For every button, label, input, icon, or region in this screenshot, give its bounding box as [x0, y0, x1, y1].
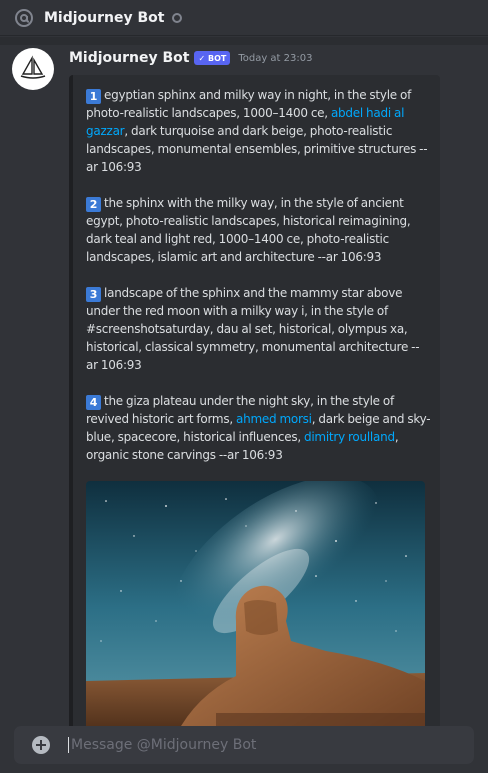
prompt-text: the sphinx with the milky way, in the st…: [86, 196, 411, 264]
channel-title: Midjourney Bot: [44, 9, 165, 26]
midjourney-sailboat-icon: [20, 55, 46, 79]
message-embed: 1 egyptian sphinx and milky way in night,…: [69, 75, 440, 735]
message-divider: [0, 37, 488, 45]
offline-status-icon: [172, 12, 183, 23]
at-sign-icon: [14, 8, 34, 28]
artist-link[interactable]: dimitry roulland: [304, 430, 395, 444]
timestamp: Today at 23:03: [238, 52, 313, 64]
author-name[interactable]: Midjourney Bot: [69, 50, 189, 66]
message-composer: [14, 726, 474, 764]
bot-badge: ✓ BOT: [194, 51, 231, 65]
prompt-item: 2 the sphinx with the milky way, in the s…: [86, 194, 431, 266]
prompt-number-badge: 2: [86, 197, 101, 212]
prompt-number-badge: 1: [86, 89, 101, 104]
message-header: Midjourney Bot ✓ BOT Today at 23:03: [69, 49, 312, 67]
prompt-number-badge: 4: [86, 395, 101, 410]
prompt-number-badge: 3: [86, 287, 101, 302]
generated-image[interactable]: [86, 481, 425, 735]
prompt-text: landscape of the sphinx and the mammy st…: [86, 286, 420, 372]
channel-header: Midjourney Bot: [0, 0, 488, 36]
message-input[interactable]: [68, 737, 428, 753]
prompt-item: 1 egyptian sphinx and milky way in night,…: [86, 86, 431, 176]
prompt-text: , dark turquoise and dark beige, photo-r…: [86, 124, 428, 174]
prompt-item: 4 the giza plateau under the night sky, i…: [86, 392, 431, 464]
prompt-item: 3 landscape of the sphinx and the mammy s…: [86, 284, 431, 374]
artist-link[interactable]: ahmed morsi: [236, 412, 312, 426]
avatar[interactable]: [12, 48, 54, 90]
plus-circle-icon[interactable]: [32, 736, 50, 754]
